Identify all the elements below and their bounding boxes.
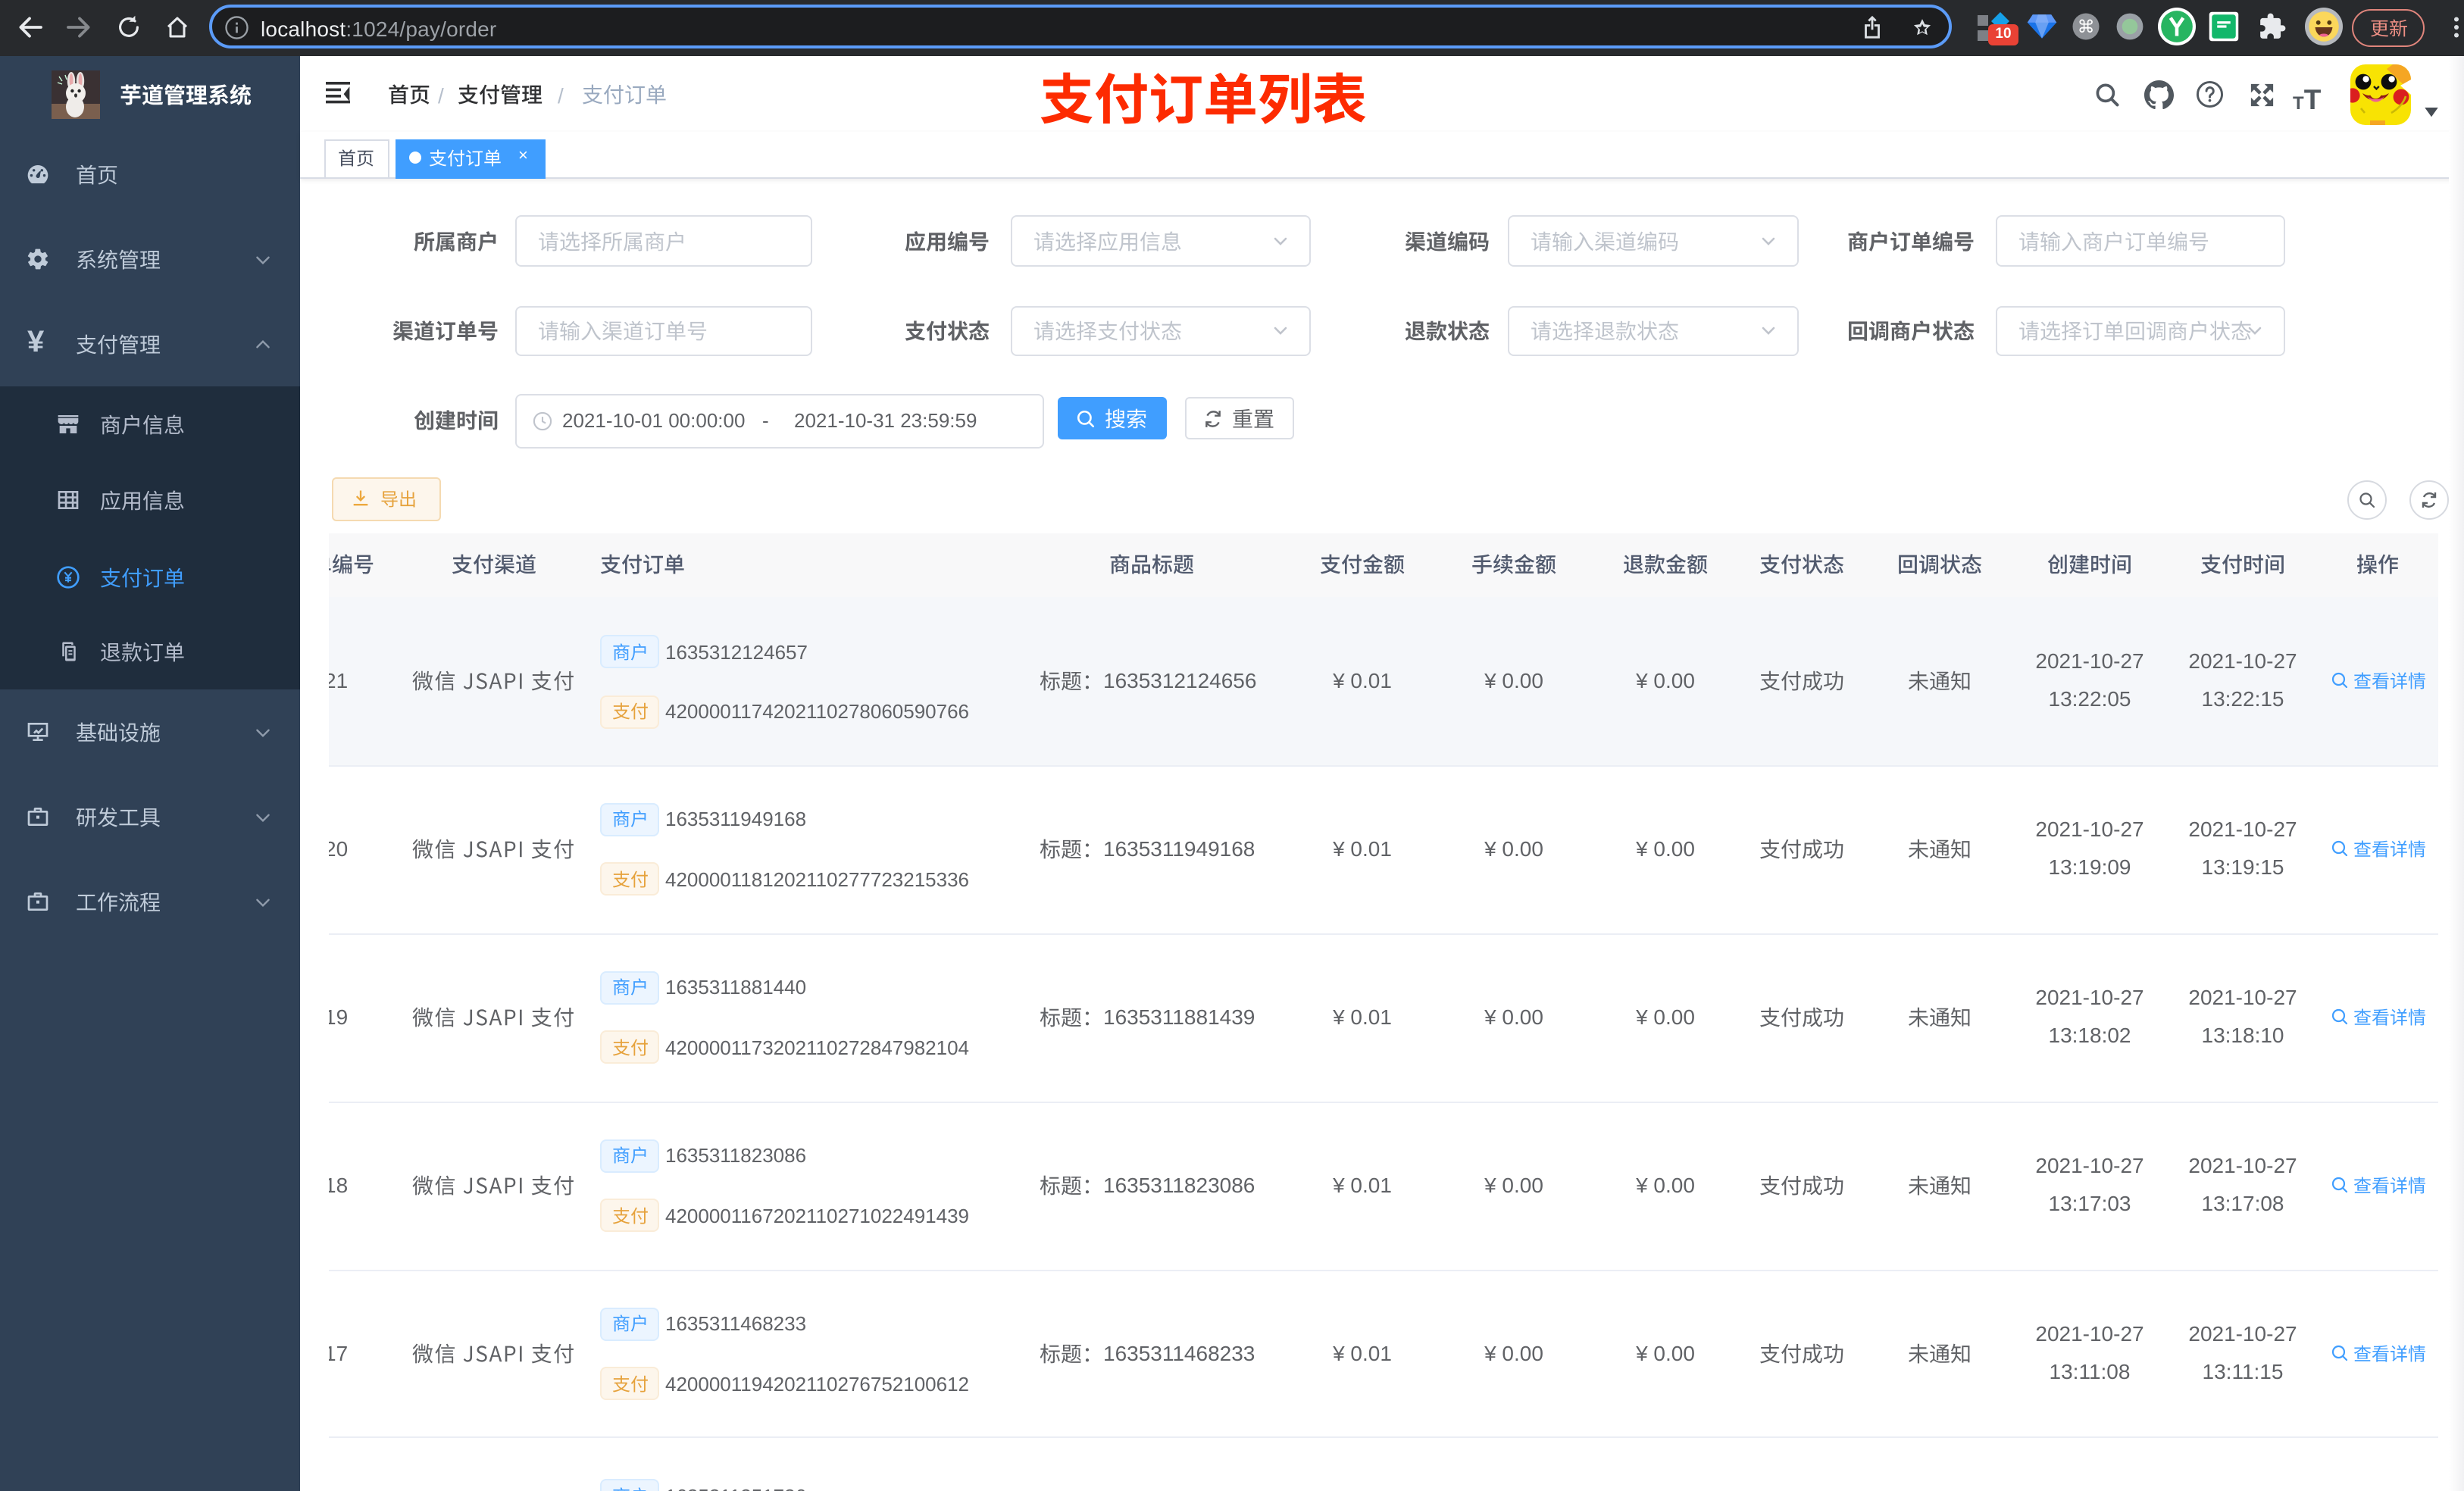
svg-text:⌘: ⌘ [2078, 17, 2095, 36]
